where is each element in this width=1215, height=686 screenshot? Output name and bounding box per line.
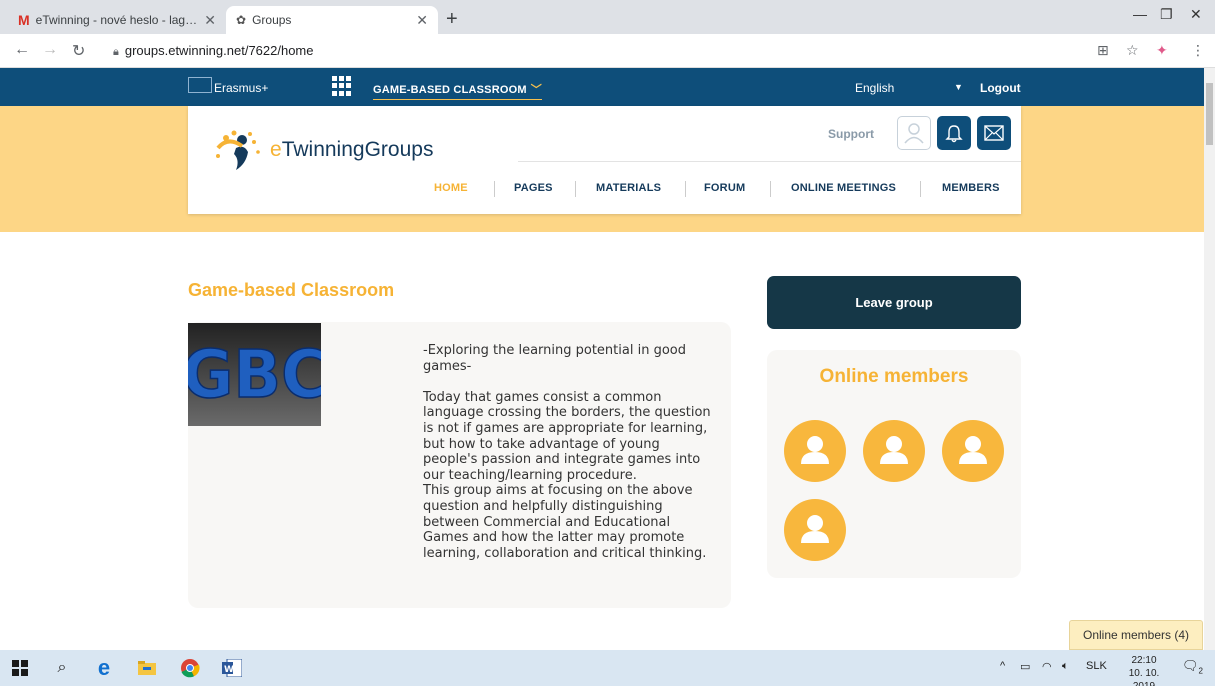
forward-icon[interactable]: → [42,41,58,59]
etwinning-icon: ✿ [236,13,247,27]
new-tab-button[interactable]: + [446,8,458,31]
battery-icon[interactable]: ▭ [1020,660,1030,673]
wifi-icon[interactable]: ◠ [1042,660,1052,673]
nav-pages[interactable]: PAGES [514,182,553,194]
group-image: GBC [188,323,321,426]
header-divider [518,161,1021,162]
svg-text:W: W [224,665,234,675]
chevron-up-icon[interactable]: ^ [1000,660,1005,672]
erasmus-label: Erasmus+ [214,81,269,95]
nav-materials[interactable]: MATERIALS [596,182,661,194]
leave-group-button[interactable]: Leave group [767,276,1021,329]
language-selector[interactable]: English [855,81,894,95]
group-description: -Exploring the learning potential in goo… [423,343,723,561]
address-bar[interactable]: 🔒︎ groups.etwinning.net/7622/home [113,43,314,59]
online-members-chat-button[interactable]: Online members (4) [1069,620,1203,650]
volume-icon[interactable]: 🔈︎ [1062,660,1069,673]
etwinning-groups-logo[interactable]: eTwinningGroups [208,126,433,174]
window-close-icon[interactable]: ✕ [1190,6,1202,23]
menu-dots-icon[interactable]: ⋮ [1191,42,1205,59]
avatar[interactable] [942,420,1004,482]
scrollbar-thumb[interactable] [1206,83,1213,145]
browser-tab-gmail[interactable]: M eTwinning - nové heslo - laguiri.l ✕ [8,6,226,34]
browser-tab-groups[interactable]: ✿ Groups ✕ [226,6,438,34]
windows-taskbar: ⌕ e W ^ ▭ ◠ 🔈︎ SLK 22:10 10. 10. 2019 🗨︎… [0,650,1215,686]
clock-date: 10. 10. 2019 [1128,668,1160,686]
file-explorer-icon[interactable] [137,658,157,678]
eu-flag-icon [188,77,212,93]
site-top-bar: Erasmus+ GAME-BASED CLASSROOM ﹀ English ▼… [0,68,1204,106]
reload-icon[interactable]: ↻ [72,41,85,61]
back-icon[interactable]: ← [14,41,30,59]
erasmus-link[interactable]: Erasmus+ [188,77,269,96]
nav-home[interactable]: HOME [434,182,468,194]
support-link[interactable]: Support [828,127,874,141]
site-header: eTwinningGroups Support HOME PAGES MATER… [188,106,1021,214]
browser-toolbar: ← → ↻ 🔒︎ groups.etwinning.net/7622/home ⊞… [0,34,1215,68]
description-body: Today that games consist a common langua… [423,389,711,561]
clock-time: 22:10 [1131,655,1157,666]
caret-down-icon[interactable]: ▼ [954,82,963,92]
group-dropdown-label: GAME-BASED CLASSROOM [373,84,527,96]
mail-icon[interactable] [977,116,1011,150]
close-icon[interactable]: ✕ [204,12,216,29]
extension-icon[interactable]: ✦ [1156,42,1168,59]
gmail-icon: M [18,12,30,28]
user-profile-icon[interactable] [897,116,931,150]
tab-title: Groups [252,13,292,27]
tab-title: eTwinning - nové heslo - laguiri.l [35,13,199,27]
edge-icon[interactable]: e [94,655,114,680]
apps-grid-icon[interactable] [332,76,352,96]
etwinning-logo-icon [216,130,260,170]
search-icon[interactable]: ⌕ [52,658,72,678]
chevron-down-icon: ﹀ [530,84,542,96]
nav-forum[interactable]: FORUM [704,182,745,194]
bell-icon[interactable] [937,116,971,150]
nav-members[interactable]: MEMBERS [942,182,1000,194]
translate-icon[interactable]: ⊞ [1097,42,1109,59]
avatar[interactable] [863,420,925,482]
logout-link[interactable]: Logout [980,81,1021,95]
group-dropdown[interactable]: GAME-BASED CLASSROOM ﹀ [373,81,542,100]
notifications-icon[interactable]: 🗨︎2 [1182,658,1203,676]
word-icon[interactable]: W [222,658,242,678]
lock-icon: 🔒︎ [113,46,119,58]
bookmark-star-icon[interactable]: ☆ [1126,42,1139,59]
clock[interactable]: 22:10 10. 10. 2019 [1118,654,1170,686]
notifications-count: 2 [1198,666,1203,676]
logo-text: eTwinningGroups [270,138,434,161]
windows-start-icon[interactable] [10,658,30,678]
chrome-icon[interactable] [180,658,200,678]
description-tagline: -Exploring the learning potential in goo… [423,343,686,374]
nav-online-meetings[interactable]: ONLINE MEETINGS [791,182,896,194]
page-scrollbar[interactable] [1204,68,1215,650]
close-icon[interactable]: ✕ [416,12,428,29]
online-members-title: Online members [819,366,969,387]
browser-tab-strip: M eTwinning - nové heslo - laguiri.l ✕ ✿… [0,0,1215,34]
input-language[interactable]: SLK [1086,660,1107,672]
gbc-image-text: GBC [188,336,321,413]
online-members-card: Online members [767,350,1021,578]
restore-icon[interactable]: ❐ [1160,6,1173,23]
main-nav: HOME PAGES MATERIALS FORUM ONLINE MEETIN… [188,181,1021,202]
group-title: Game-based Classroom [188,280,395,300]
avatar[interactable] [784,420,846,482]
avatar[interactable] [784,499,846,561]
minimize-icon[interactable]: — [1133,6,1147,22]
